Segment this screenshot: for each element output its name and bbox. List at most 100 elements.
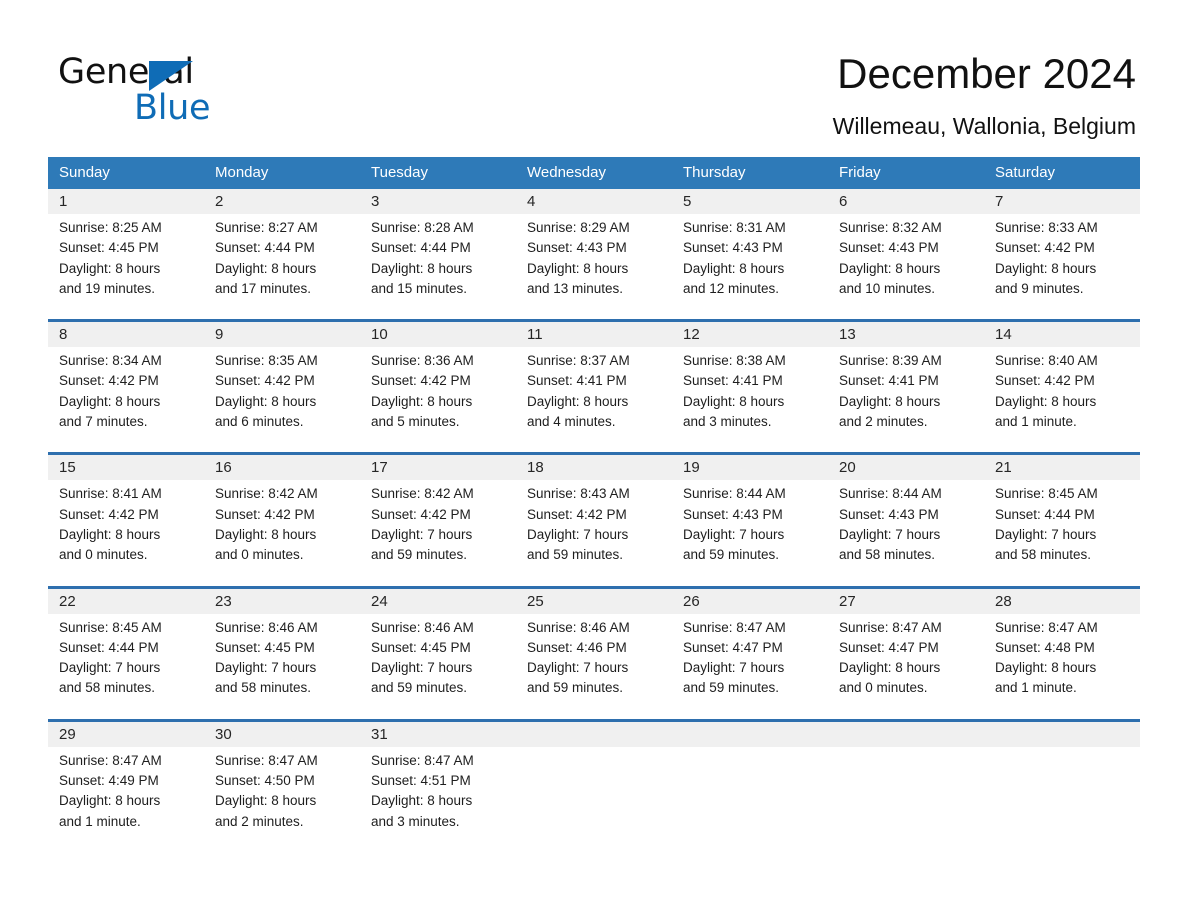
- sunrise-text: Sunrise: 8:33 AM: [995, 220, 1098, 235]
- day-number[interactable]: 9: [204, 322, 360, 347]
- day-number[interactable]: 10: [360, 322, 516, 347]
- logo-triangle-icon: [149, 61, 193, 91]
- day-cell[interactable]: Sunrise: 8:34 AM Sunset: 4:42 PM Dayligh…: [48, 351, 204, 432]
- daylight-text-line1: Daylight: 7 hours: [371, 660, 473, 676]
- day-cell[interactable]: Sunrise: 8:31 AM Sunset: 4:43 PM Dayligh…: [672, 218, 828, 299]
- day-cell[interactable]: Sunrise: 8:45 AM Sunset: 4:44 PM Dayligh…: [48, 618, 204, 699]
- sunrise-text: Sunrise: 8:47 AM: [371, 752, 474, 768]
- day-cell[interactable]: Sunrise: 8:45 AM Sunset: 4:44 PM Dayligh…: [984, 484, 1140, 565]
- day-number[interactable]: 22: [48, 589, 204, 614]
- day-cell[interactable]: Sunrise: 8:28 AM Sunset: 4:44 PM Dayligh…: [360, 218, 516, 299]
- day-cell[interactable]: Sunrise: 8:47 AM Sunset: 4:47 PM Dayligh…: [672, 618, 828, 699]
- sunset-text: Sunset: 4:44 PM: [59, 639, 159, 655]
- title-block: December 2024 Willemeau, Wallonia, Belgi…: [833, 48, 1136, 140]
- day-number[interactable]: 1: [48, 189, 204, 214]
- weekday-header-friday: Friday: [839, 164, 881, 181]
- day-number[interactable]: 18: [516, 455, 672, 480]
- day-number[interactable]: 5: [672, 189, 828, 214]
- day-number[interactable]: 7: [984, 189, 1140, 214]
- day-number[interactable]: 8: [48, 322, 204, 347]
- day-cell[interactable]: Sunrise: 8:37 AM Sunset: 4:41 PM Dayligh…: [516, 351, 672, 432]
- sunset-text: Sunset: 4:45 PM: [59, 240, 159, 256]
- sunset-text: Sunset: 4:43 PM: [683, 506, 783, 522]
- day-cell[interactable]: Sunrise: 8:44 AM Sunset: 4:43 PM Dayligh…: [828, 484, 984, 565]
- day-cell[interactable]: Sunrise: 8:47 AM Sunset: 4:50 PM Dayligh…: [204, 751, 360, 832]
- day-cell[interactable]: Sunrise: 8:33 AM Sunset: 4:42 PM Dayligh…: [984, 218, 1140, 299]
- day-cell[interactable]: Sunrise: 8:29 AM Sunset: 4:43 PM Dayligh…: [516, 218, 672, 299]
- day-number-empty: [828, 722, 984, 747]
- day-number[interactable]: 26: [672, 589, 828, 614]
- daylight-text-line1: Daylight: 8 hours: [371, 260, 473, 276]
- day-number[interactable]: 31: [360, 722, 516, 747]
- daylight-text-line1: Daylight: 8 hours: [683, 260, 785, 276]
- day-number[interactable]: 2: [204, 189, 360, 214]
- sunrise-text: Sunrise: 8:36 AM: [371, 353, 474, 369]
- day-cell[interactable]: Sunrise: 8:27 AM Sunset: 4:44 PM Dayligh…: [204, 218, 360, 299]
- day-cell[interactable]: Sunrise: 8:32 AM Sunset: 4:43 PM Dayligh…: [828, 218, 984, 299]
- day-number[interactable]: 14: [984, 322, 1140, 347]
- day-cell[interactable]: Sunrise: 8:35 AM Sunset: 4:42 PM Dayligh…: [204, 351, 360, 432]
- day-cell[interactable]: Sunrise: 8:36 AM Sunset: 4:42 PM Dayligh…: [360, 351, 516, 432]
- daylight-text-line1: Daylight: 7 hours: [215, 660, 317, 676]
- day-number[interactable]: 20: [828, 455, 984, 480]
- day-cell[interactable]: Sunrise: 8:38 AM Sunset: 4:41 PM Dayligh…: [672, 351, 828, 432]
- day-cell[interactable]: Sunrise: 8:44 AM Sunset: 4:43 PM Dayligh…: [672, 484, 828, 565]
- day-cell[interactable]: Sunrise: 8:47 AM Sunset: 4:49 PM Dayligh…: [48, 751, 204, 832]
- day-number[interactable]: 4: [516, 189, 672, 214]
- daylight-text-line1: Daylight: 8 hours: [839, 393, 941, 409]
- sunset-text: Sunset: 4:42 PM: [59, 373, 159, 389]
- day-cell[interactable]: Sunrise: 8:40 AM Sunset: 4:42 PM Dayligh…: [984, 351, 1140, 432]
- sunrise-text: Sunrise: 8:40 AM: [995, 353, 1098, 369]
- general-blue-logo[interactable]: General Blue: [58, 52, 318, 128]
- day-number[interactable]: 28: [984, 589, 1140, 614]
- daylight-text-line2: and 13 minutes.: [527, 280, 624, 296]
- day-cell[interactable]: Sunrise: 8:25 AM Sunset: 4:45 PM Dayligh…: [48, 218, 204, 299]
- day-number[interactable]: 15: [48, 455, 204, 480]
- day-cell[interactable]: Sunrise: 8:43 AM Sunset: 4:42 PM Dayligh…: [516, 484, 672, 565]
- daylight-text-line2: and 59 minutes.: [683, 547, 780, 563]
- day-number[interactable]: 17: [360, 455, 516, 480]
- day-number[interactable]: 29: [48, 722, 204, 747]
- day-number[interactable]: 13: [828, 322, 984, 347]
- sunset-text: Sunset: 4:43 PM: [527, 240, 627, 256]
- sunset-text: Sunset: 4:43 PM: [839, 506, 939, 522]
- weekday-header-saturday: Saturday: [995, 164, 1056, 181]
- daylight-text-line2: and 0 minutes.: [839, 680, 928, 696]
- day-number[interactable]: 19: [672, 455, 828, 480]
- day-number[interactable]: 3: [360, 189, 516, 214]
- sunrise-text: Sunrise: 8:45 AM: [59, 619, 162, 635]
- day-number[interactable]: 23: [204, 589, 360, 614]
- day-cell[interactable]: Sunrise: 8:47 AM Sunset: 4:51 PM Dayligh…: [360, 751, 516, 832]
- day-cell[interactable]: Sunrise: 8:47 AM Sunset: 4:47 PM Dayligh…: [828, 618, 984, 699]
- day-number[interactable]: 24: [360, 589, 516, 614]
- day-cell[interactable]: Sunrise: 8:46 AM Sunset: 4:46 PM Dayligh…: [516, 618, 672, 699]
- daylight-text-line2: and 1 minute.: [995, 414, 1077, 430]
- day-cell[interactable]: Sunrise: 8:42 AM Sunset: 4:42 PM Dayligh…: [360, 484, 516, 565]
- day-number[interactable]: 6: [828, 189, 984, 214]
- day-cell[interactable]: Sunrise: 8:47 AM Sunset: 4:48 PM Dayligh…: [984, 618, 1140, 699]
- day-number[interactable]: 27: [828, 589, 984, 614]
- calendar-week-row: 15 16 17 18 19 20 21 Sunrise: 8:41 AM Su…: [48, 452, 1140, 575]
- day-number[interactable]: 12: [672, 322, 828, 347]
- day-number[interactable]: 25: [516, 589, 672, 614]
- week-date-bar: 29 30 31: [48, 721, 1140, 747]
- day-cell[interactable]: Sunrise: 8:46 AM Sunset: 4:45 PM Dayligh…: [360, 618, 516, 699]
- daylight-text-line2: and 3 minutes.: [683, 414, 772, 430]
- page-header: General Blue December 2024 Willemeau, Wa…: [0, 0, 1188, 150]
- day-cell[interactable]: Sunrise: 8:42 AM Sunset: 4:42 PM Dayligh…: [204, 484, 360, 565]
- day-cell[interactable]: Sunrise: 8:46 AM Sunset: 4:45 PM Dayligh…: [204, 618, 360, 699]
- day-number[interactable]: 16: [204, 455, 360, 480]
- daylight-text-line2: and 58 minutes.: [215, 680, 312, 696]
- week-detail-bar: Sunrise: 8:34 AM Sunset: 4:42 PM Dayligh…: [48, 347, 1140, 442]
- day-number[interactable]: 30: [204, 722, 360, 747]
- day-cell[interactable]: Sunrise: 8:41 AM Sunset: 4:42 PM Dayligh…: [48, 484, 204, 565]
- sunrise-text: Sunrise: 8:28 AM: [371, 220, 474, 235]
- day-number[interactable]: 21: [984, 455, 1140, 480]
- calendar-page: General Blue December 2024 Willemeau, Wa…: [0, 0, 1188, 918]
- day-number[interactable]: 11: [516, 322, 672, 347]
- weekday-header-tuesday: Tuesday: [371, 164, 428, 181]
- day-cell[interactable]: Sunrise: 8:39 AM Sunset: 4:41 PM Dayligh…: [828, 351, 984, 432]
- sunrise-text: Sunrise: 8:31 AM: [683, 220, 786, 235]
- daylight-text-line2: and 19 minutes.: [59, 280, 156, 296]
- week-detail-bar: Sunrise: 8:47 AM Sunset: 4:49 PM Dayligh…: [48, 746, 1140, 841]
